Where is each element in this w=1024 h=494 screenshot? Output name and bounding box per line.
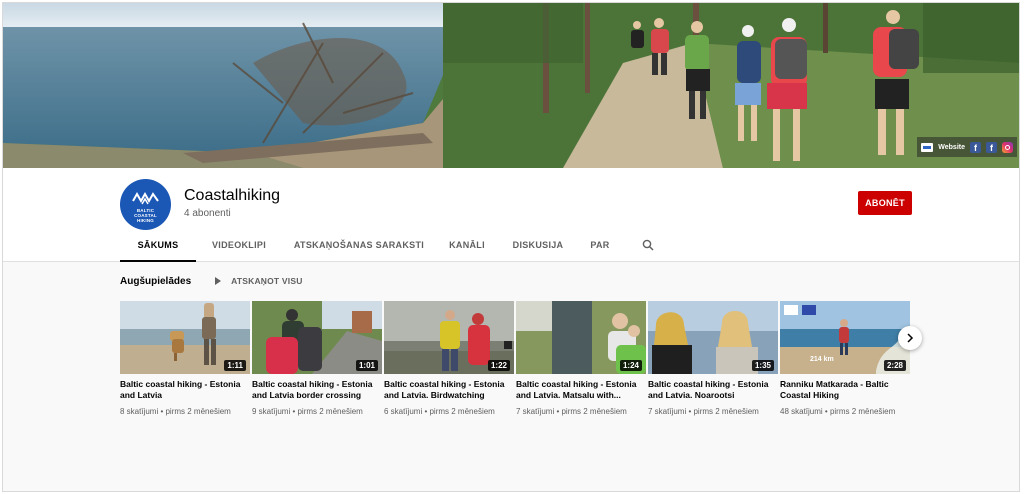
subscribe-button[interactable]: ABONĒT <box>858 191 912 215</box>
video-thumbnail[interactable]: 214 km 2:28 <box>780 301 910 374</box>
play-icon <box>215 277 222 285</box>
video-duration: 1:11 <box>224 360 246 371</box>
video-thumbnail[interactable]: 1:24 <box>516 301 646 374</box>
channel-banner: Website f f <box>3 3 1019 168</box>
video-duration: 1:24 <box>619 360 642 371</box>
play-all-label: ATSKAŅOT VISU <box>231 276 303 286</box>
banner-links[interactable]: Website f f <box>917 137 1017 157</box>
video-card[interactable]: 214 km 2:28 Ranniku Matkarada - Baltic C… <box>780 301 910 441</box>
upload-age: pirms 2 mēnešiem <box>165 407 231 416</box>
view-count: 7 skatījumi <box>648 407 687 416</box>
channel-tabs: SĀKUMS VIDEOKLIPI ATSKAŅOŠANAS SARAKSTI … <box>120 234 660 262</box>
upload-age: pirms 2 mēnešiem <box>693 407 759 416</box>
view-count: 9 skatījumi <box>252 407 291 416</box>
website-link[interactable]: Website <box>938 144 965 151</box>
video-card[interactable]: 1:01 Baltic coastal hiking - Estonia and… <box>252 301 382 441</box>
facebook-icon[interactable]: f <box>970 141 981 153</box>
video-shelf: 1:11 Baltic coastal hiking - Estonia and… <box>120 301 920 441</box>
upload-age: pirms 2 mēnešiem <box>429 407 495 416</box>
video-meta: 7 skatījumi • pirms 2 mēnešiem <box>648 407 759 416</box>
video-duration: 1:35 <box>751 360 774 371</box>
video-duration: 2:28 <box>883 360 906 371</box>
view-count: 8 skatījumi <box>120 407 159 416</box>
channel-header: BALTIC COASTAL HIKING Coastalhiking 4 ab… <box>3 168 1019 262</box>
video-card[interactable]: 1:22 Baltic coastal hiking - Estonia and… <box>384 301 514 441</box>
section-title[interactable]: Augšupielādes <box>120 276 191 287</box>
shelf-next-button[interactable] <box>898 326 922 350</box>
view-count: 7 skatījumi <box>516 407 555 416</box>
video-duration: 1:22 <box>487 360 510 371</box>
tab-playlists[interactable]: ATSKAŅOŠANAS SARAKSTI <box>282 234 436 262</box>
upload-age: pirms 2 mēnešiem <box>829 407 896 416</box>
banner-image <box>3 3 1019 168</box>
video-thumbnail[interactable]: 1:22 <box>384 301 514 374</box>
channel-title: Coastalhiking <box>184 187 281 204</box>
facebook-icon[interactable]: f <box>986 141 997 153</box>
video-meta: 48 skatījumi • pirms 2 mēnešiem <box>780 407 896 416</box>
chevron-right-icon <box>907 333 914 343</box>
video-title[interactable]: Baltic coastal hiking - Estonia and Latv… <box>384 379 514 401</box>
avatar-text-line: HIKING <box>137 218 154 223</box>
distance-overlay: 214 km <box>810 356 834 363</box>
view-count: 48 skatījumi <box>780 407 823 416</box>
video-thumbnail[interactable]: 1:01 <box>252 301 382 374</box>
video-meta: 7 skatījumi • pirms 2 mēnešiem <box>516 407 627 416</box>
avatar[interactable]: BALTIC COASTAL HIKING <box>120 179 171 230</box>
upload-age: pirms 2 mēnešiem <box>297 407 363 416</box>
video-meta: 9 skatījumi • pirms 2 mēnešiem <box>252 407 363 416</box>
subscriber-count: 4 abonenti <box>184 208 231 219</box>
video-card[interactable]: 1:11 Baltic coastal hiking - Estonia and… <box>120 301 250 441</box>
tab-channels[interactable]: KANĀLI <box>436 234 498 262</box>
uploads-header: Augšupielādes ATSKAŅOT VISU <box>120 274 303 288</box>
channel-page: Website f f BALTIC COASTAL HIKING Coasta… <box>2 2 1020 492</box>
video-title[interactable]: Baltic coastal hiking - Estonia and Latv… <box>648 379 778 401</box>
tab-home[interactable]: SĀKUMS <box>120 234 196 262</box>
tab-about[interactable]: PAR <box>578 234 622 262</box>
video-duration: 1:01 <box>355 360 378 371</box>
website-logo-icon <box>921 142 934 152</box>
video-thumbnail[interactable]: 1:11 <box>120 301 250 374</box>
video-title[interactable]: Ranniku Matkarada - Baltic Coastal Hikin… <box>780 379 910 401</box>
view-count: 6 skatījumi <box>384 407 423 416</box>
video-title[interactable]: Baltic coastal hiking - Estonia and Latv… <box>120 379 250 401</box>
play-all-button[interactable]: ATSKAŅOT VISU <box>215 276 302 286</box>
upload-age: pirms 2 mēnešiem <box>561 407 627 416</box>
waves-logo-icon <box>132 191 159 205</box>
video-thumbnail[interactable]: 1:35 <box>648 301 778 374</box>
tab-videos[interactable]: VIDEOKLIPI <box>196 234 282 262</box>
video-title[interactable]: Baltic coastal hiking - Estonia and Latv… <box>516 379 646 401</box>
video-card[interactable]: 1:35 Baltic coastal hiking - Estonia and… <box>648 301 778 441</box>
video-title[interactable]: Baltic coastal hiking - Estonia and Latv… <box>252 379 382 401</box>
avatar-text: BALTIC COASTAL HIKING <box>120 208 171 223</box>
search-icon[interactable] <box>636 234 660 256</box>
video-meta: 6 skatījumi • pirms 2 mēnešiem <box>384 407 495 416</box>
video-card[interactable]: 1:24 Baltic coastal hiking - Estonia and… <box>516 301 646 441</box>
instagram-icon[interactable] <box>1002 141 1013 153</box>
tab-discussion[interactable]: DISKUSIJA <box>498 234 578 262</box>
video-meta: 8 skatījumi • pirms 2 mēnešiem <box>120 407 231 416</box>
